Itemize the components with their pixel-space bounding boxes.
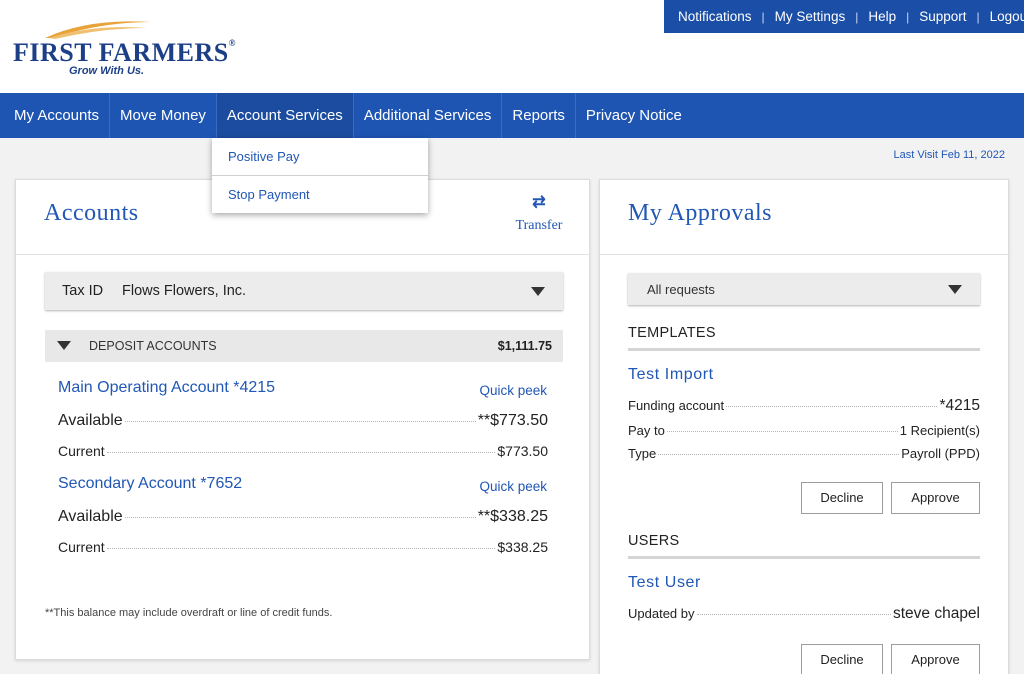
requests-filter-select[interactable]: All requests bbox=[628, 273, 980, 305]
leader-dots bbox=[106, 548, 496, 549]
nav-my-accounts[interactable]: My Accounts bbox=[0, 93, 111, 138]
available-value: **$338.25 bbox=[477, 508, 548, 525]
approve-button[interactable]: Approve bbox=[891, 644, 980, 674]
separator: | bbox=[855, 9, 859, 24]
balance-footnote: **This balance may include overdraft or … bbox=[45, 607, 333, 619]
divider bbox=[600, 254, 1010, 255]
nav-account-services[interactable]: Account Services bbox=[216, 93, 354, 138]
menu-item-stop-payment[interactable]: Stop Payment bbox=[212, 175, 428, 212]
notifications-link[interactable]: Notifications bbox=[678, 9, 752, 24]
available-value: **$773.50 bbox=[477, 412, 548, 429]
template-title-link[interactable]: Test Import bbox=[628, 366, 714, 384]
page-header: FIRST FARMERS® Grow With Us. Notificatio… bbox=[0, 0, 1024, 93]
my-settings-link[interactable]: My Settings bbox=[775, 9, 846, 24]
separator: | bbox=[906, 9, 910, 24]
utility-nav: Notifications | My Settings | Help | Sup… bbox=[664, 0, 1024, 33]
logo-swoosh-icon bbox=[45, 21, 151, 39]
quick-peek-link[interactable]: Quick peek bbox=[479, 383, 547, 398]
row-label: Updated by bbox=[628, 606, 695, 621]
current-row: Current $338.25 bbox=[58, 539, 548, 555]
decline-button[interactable]: Decline bbox=[801, 482, 883, 514]
pay-to-row: Pay to 1 Recipient(s) bbox=[628, 423, 980, 438]
approvals-title: My Approvals bbox=[628, 200, 772, 226]
updated-by-row: Updated by steve chapel bbox=[628, 605, 980, 623]
row-value: 1 Recipient(s) bbox=[899, 423, 980, 438]
nav-reports[interactable]: Reports bbox=[502, 93, 576, 138]
nav-privacy-notice[interactable]: Privacy Notice bbox=[576, 93, 692, 138]
available-label: Available bbox=[58, 412, 123, 429]
section-rule bbox=[628, 556, 980, 559]
leader-dots bbox=[106, 452, 496, 453]
account-name-link[interactable]: Secondary Account *7652 bbox=[58, 475, 242, 493]
user-title-link[interactable]: Test User bbox=[628, 574, 701, 592]
current-row: Current $773.50 bbox=[58, 443, 548, 459]
templates-heading: TEMPLATES bbox=[628, 325, 716, 341]
transfer-icon: ⇄ bbox=[532, 194, 546, 211]
first-farmers-logo[interactable]: FIRST FARMERS® Grow With Us. bbox=[13, 16, 235, 80]
brand-name: FIRST FARMERS® bbox=[13, 38, 236, 67]
leader-dots bbox=[696, 614, 891, 615]
decline-button[interactable]: Decline bbox=[801, 644, 883, 674]
current-value: $773.50 bbox=[497, 443, 548, 459]
section-name: DEPOSIT ACCOUNTS bbox=[89, 339, 217, 353]
help-link[interactable]: Help bbox=[868, 9, 896, 24]
available-row: Available **$773.50 bbox=[58, 412, 548, 430]
current-value: $338.25 bbox=[497, 539, 548, 555]
transfer-label: Transfer bbox=[515, 218, 563, 233]
row-value: steve chapel bbox=[892, 605, 980, 622]
leader-dots bbox=[666, 431, 898, 432]
account-services-dropdown: Positive Pay Stop Payment bbox=[212, 138, 428, 213]
row-label: Funding account bbox=[628, 398, 725, 413]
quick-peek-link[interactable]: Quick peek bbox=[479, 479, 547, 494]
brand-tagline: Grow With Us. bbox=[69, 65, 145, 77]
account-name-link[interactable]: Main Operating Account *4215 bbox=[58, 379, 275, 397]
accounts-card: Accounts ⇄ Transfer Tax ID Flows Flowers… bbox=[15, 179, 591, 660]
tax-id-select[interactable]: Tax ID Flows Flowers, Inc. bbox=[45, 272, 563, 310]
leader-dots bbox=[658, 454, 900, 455]
tax-id-value: Flows Flowers, Inc. bbox=[122, 283, 247, 299]
deposit-accounts-header[interactable]: DEPOSIT ACCOUNTS $1,111.75 bbox=[45, 330, 563, 362]
row-label: Type bbox=[628, 446, 657, 461]
separator: | bbox=[976, 9, 980, 24]
chevron-down-icon bbox=[531, 287, 545, 296]
last-visit-text: Last Visit Feb 11, 2022 bbox=[893, 149, 1006, 161]
separator: | bbox=[761, 9, 765, 24]
available-row: Available **$338.25 bbox=[58, 508, 548, 526]
collapse-triangle-icon bbox=[57, 341, 71, 350]
approve-button[interactable]: Approve bbox=[891, 482, 980, 514]
chevron-down-icon bbox=[948, 285, 962, 294]
users-heading: USERS bbox=[628, 533, 680, 549]
current-label: Current bbox=[58, 443, 105, 459]
approvals-card: My Approvals All requests TEMPLATES Test… bbox=[599, 179, 1010, 674]
filter-value: All requests bbox=[647, 282, 715, 297]
current-label: Current bbox=[58, 539, 105, 555]
type-row: Type Payroll (PPD) bbox=[628, 446, 980, 461]
leader-dots bbox=[124, 421, 476, 422]
row-value: *4215 bbox=[939, 397, 980, 414]
leader-dots bbox=[124, 517, 476, 518]
main-nav: My Accounts Move Money Account Services … bbox=[0, 93, 1024, 138]
section-total: $1,111.75 bbox=[497, 339, 552, 353]
tax-id-label: Tax ID bbox=[62, 283, 104, 299]
row-label: Pay to bbox=[628, 423, 665, 438]
menu-item-positive-pay[interactable]: Positive Pay bbox=[212, 138, 428, 175]
nav-additional-services[interactable]: Additional Services bbox=[354, 93, 503, 138]
transfer-button[interactable]: ⇄ Transfer bbox=[513, 194, 565, 234]
logout-link[interactable]: Logout bbox=[990, 9, 1024, 24]
nav-move-money[interactable]: Move Money bbox=[110, 93, 217, 138]
section-rule bbox=[628, 348, 980, 351]
row-value: Payroll (PPD) bbox=[901, 446, 980, 461]
accounts-title: Accounts bbox=[44, 200, 139, 226]
available-label: Available bbox=[58, 508, 123, 525]
support-link[interactable]: Support bbox=[919, 9, 966, 24]
divider bbox=[16, 254, 591, 255]
funding-account-row: Funding account *4215 bbox=[628, 397, 980, 415]
leader-dots bbox=[726, 406, 938, 407]
